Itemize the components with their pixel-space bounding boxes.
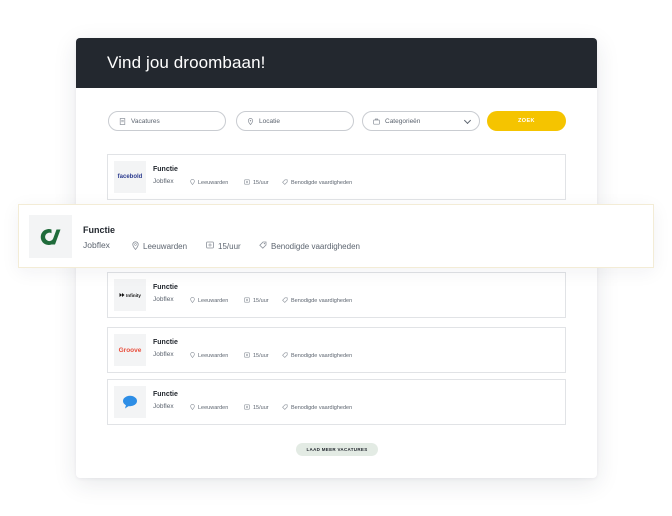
location-pin-icon — [190, 297, 195, 305]
company-logo: Infinity — [114, 279, 146, 311]
job-location: Leeuwarden — [190, 297, 228, 305]
job-skills: Benodigde vaardigheden — [282, 179, 352, 187]
company-logo-mark-icon — [40, 228, 60, 245]
job-location-text: Leeuwarden — [198, 405, 229, 411]
job-skills-text: Benodigde vaardigheden — [291, 298, 353, 304]
categorieen-label: Categorieën — [385, 117, 421, 125]
job-company: Jobflex — [153, 178, 174, 185]
briefcase-icon — [373, 118, 380, 125]
company-logo: facebold — [114, 161, 146, 193]
job-listing[interactable]: facebold Functie Jobflex Leeuwarden 15/u… — [107, 154, 566, 200]
job-salary-text: 15/uur — [253, 405, 269, 411]
job-listing-highlighted[interactable]: Functie Jobflex Leeuwarden 15/uur Benodi… — [18, 204, 654, 268]
job-location: Leeuwarden — [190, 352, 228, 360]
job-company: Jobflex — [83, 240, 110, 250]
job-title: Functie — [153, 166, 178, 173]
tag-icon — [282, 404, 288, 412]
chevron-down-icon — [463, 116, 472, 125]
vacatures-placeholder: Vacatures — [131, 117, 160, 125]
location-pin-icon — [190, 352, 195, 360]
document-icon — [119, 117, 126, 125]
job-salary-text: 15/uur — [253, 298, 269, 304]
locatie-input[interactable]: Locatie — [236, 111, 354, 131]
chat-bubble-icon — [123, 395, 137, 409]
job-location-text: Leeuwarden — [143, 242, 188, 251]
job-salary-text: 15/uur — [253, 180, 269, 186]
job-location: Leeuwarden — [190, 404, 228, 412]
job-salary: 15/uur — [206, 241, 241, 251]
job-location-text: Leeuwarden — [198, 353, 229, 359]
tag-icon — [282, 352, 288, 360]
euro-icon — [244, 297, 250, 305]
job-skills: Benodigde vaardigheden — [282, 404, 352, 412]
job-location: Leeuwarden — [132, 241, 187, 252]
zoek-button[interactable]: ZOEK — [487, 111, 566, 131]
card-header: Vind jou droombaan! — [76, 38, 597, 88]
job-skills-text: Benodigde vaardigheden — [291, 180, 353, 186]
infinity-logo-text: Infinity — [126, 292, 141, 298]
job-title: Functie — [83, 225, 116, 235]
locatie-placeholder: Locatie — [259, 117, 280, 125]
job-salary: 15/uur — [244, 352, 269, 360]
job-listing[interactable]: Infinity Functie Jobflex Leeuwarden 15/u… — [107, 272, 566, 318]
job-salary-text: 15/uur — [218, 241, 241, 251]
job-company: Jobflex — [153, 403, 174, 410]
job-skills: Benodigde vaardigheden — [282, 297, 352, 305]
job-company: Jobflex — [153, 296, 174, 303]
euro-icon — [244, 179, 250, 187]
location-pin-icon — [190, 179, 195, 187]
tag-icon — [282, 297, 288, 305]
job-listing[interactable]: Functie Jobflex Leeuwarden 15/uur Benodi… — [107, 379, 566, 425]
job-salary: 15/uur — [244, 404, 269, 412]
infinity-logo-icon — [119, 293, 125, 297]
stage: Vind jou droombaan! Vacatures Locatie Ca… — [0, 0, 672, 516]
load-more-button[interactable]: LAAD MEER VACATURES — [296, 443, 378, 456]
categorieen-select[interactable]: Categorieën — [362, 111, 480, 131]
tag-icon — [282, 179, 288, 187]
company-logo: Groove — [114, 334, 146, 366]
vacatures-input[interactable]: Vacatures — [108, 111, 226, 131]
search-bar: Vacatures Locatie Categorieën ZOEK — [108, 111, 566, 131]
job-skills-text: Benodigde vaardigheden — [271, 241, 360, 251]
job-salary: 15/uur — [244, 297, 269, 305]
facebold-logo-text: facebold — [117, 174, 143, 180]
job-location: Leeuwarden — [190, 179, 228, 187]
job-title: Functie — [153, 391, 178, 398]
location-pin-icon — [132, 241, 139, 252]
job-location-text: Leeuwarden — [198, 180, 229, 186]
job-salary-text: 15/uur — [253, 353, 269, 359]
page-title: Vind jou droombaan! — [107, 53, 266, 72]
job-skills: Benodigde vaardigheden — [259, 241, 360, 251]
job-company: Jobflex — [153, 351, 174, 358]
job-title: Functie — [153, 339, 178, 346]
job-title: Functie — [153, 284, 178, 291]
job-skills: Benodigde vaardigheden — [282, 352, 352, 360]
location-pin-icon — [190, 404, 195, 412]
job-skills-text: Benodigde vaardigheden — [291, 353, 353, 359]
euro-icon — [244, 404, 250, 412]
company-logo — [29, 215, 72, 258]
groove-logo-text: Groove — [118, 346, 142, 354]
job-location-text: Leeuwarden — [198, 298, 229, 304]
location-pin-icon — [247, 117, 254, 125]
job-skills-text: Benodigde vaardigheden — [291, 405, 353, 411]
euro-icon — [244, 352, 250, 360]
job-listing[interactable]: Groove Functie Jobflex Leeuwarden 15/uur… — [107, 327, 566, 373]
tag-icon — [259, 241, 267, 251]
euro-icon — [206, 241, 214, 251]
company-logo — [114, 386, 146, 418]
job-salary: 15/uur — [244, 179, 269, 187]
